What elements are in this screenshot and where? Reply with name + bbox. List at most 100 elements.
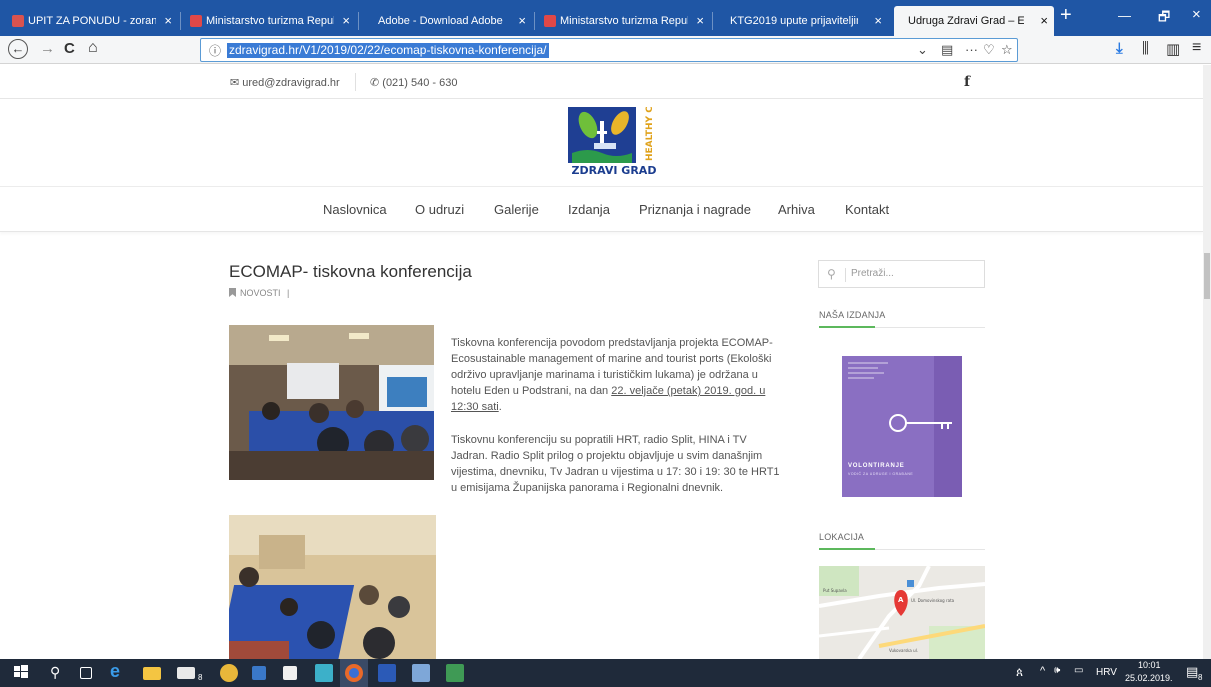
- restore-button[interactable]: 🗗: [1158, 8, 1170, 30]
- nav-item-kontakt[interactable]: Kontakt: [845, 202, 889, 217]
- site-favicon-icon: [900, 15, 904, 27]
- close-icon[interactable]: ×: [1040, 6, 1048, 36]
- sidebar-icon[interactable]: ▥: [1166, 40, 1180, 58]
- post-category: NOVOSTI |: [229, 288, 289, 298]
- book-title: VOLONTIRANJE: [848, 463, 905, 469]
- store-icon[interactable]: [283, 666, 297, 680]
- url-text[interactable]: zdravigrad.hr/V1/2019/02/22/ecomap-tisko…: [227, 43, 549, 58]
- logo-side-text: HEALTHY CITY: [645, 107, 655, 161]
- media-player-icon[interactable]: [252, 666, 266, 680]
- close-icon[interactable]: ×: [518, 6, 526, 36]
- bookmark-star-icon[interactable]: ☆: [1001, 42, 1013, 58]
- search-icon[interactable]: ⚲: [50, 664, 68, 682]
- search-icon: ⚲: [827, 267, 836, 281]
- phone-link[interactable]: ✆ (021) 540 - 630: [370, 76, 458, 89]
- key-icon: [889, 414, 952, 432]
- logo-emblem: HEALTHY CITY: [568, 107, 658, 163]
- notifications-icon[interactable]: ▤: [1186, 664, 1198, 680]
- publication-cover[interactable]: VOLONTIRANJE VODIČ ZA UDRUGE I GRAĐANE: [842, 356, 962, 497]
- network-icon[interactable]: ▭: [1074, 665, 1083, 676]
- sidebar-heading-location: LOKACIJA: [819, 532, 865, 542]
- conference-photo[interactable]: [229, 325, 434, 480]
- close-icon[interactable]: ×: [696, 6, 704, 36]
- notification-count: 8: [1198, 673, 1203, 682]
- post-paragraph-2: Tiskovnu konferenciju su popratili HRT, …: [451, 434, 780, 494]
- main-navigation: Naslovnica O udruzi Galerije Izdanja Pri…: [0, 186, 1203, 232]
- close-icon[interactable]: ×: [342, 6, 350, 36]
- browser-tab[interactable]: Adobe - Download Adobe Ac×: [362, 6, 532, 36]
- email-link[interactable]: ✉ ured@zdravigrad.hr: [230, 76, 340, 89]
- forward-button[interactable]: →: [40, 40, 55, 57]
- windows-taskbar: ⚲ e 8 ጰ ^ 🕪 ▭ HRV 10:01 25.02.2019. ▤ 8: [0, 659, 1211, 687]
- new-tab-button[interactable]: +: [1060, 4, 1072, 27]
- address-bar[interactable]: ⓘ zdravigrad.hr/V1/2019/02/22/ecomap-tis…: [200, 38, 1018, 62]
- mail-app-icon[interactable]: [177, 667, 195, 679]
- clock-time[interactable]: 10:01: [1138, 660, 1161, 670]
- nav-item-izdanja[interactable]: Izdanja: [568, 202, 610, 217]
- close-icon[interactable]: ×: [164, 6, 172, 36]
- web-page: ✉ ured@zdravigrad.hr ✆ (021) 540 - 630 f…: [0, 65, 1203, 659]
- chevron-down-icon[interactable]: ⌄: [917, 42, 928, 58]
- conference-photo[interactable]: [229, 515, 436, 659]
- map-label: Ul. Domovinskog rata: [911, 598, 955, 603]
- volume-icon[interactable]: 🕪: [1054, 665, 1060, 676]
- site-info-icon[interactable]: ⓘ: [209, 42, 221, 59]
- language-indicator[interactable]: HRV: [1096, 667, 1117, 678]
- top-info-bar: ✉ ured@zdravigrad.hr ✆ (021) 540 - 630 f: [0, 65, 1203, 99]
- pocket-icon[interactable]: ♡: [983, 42, 995, 58]
- word-icon[interactable]: [378, 664, 396, 682]
- page-scrollbar[interactable]: [1203, 65, 1211, 659]
- browser-tab[interactable]: Ministarstvo turizma Republik×: [538, 6, 710, 36]
- more-actions-icon[interactable]: ···: [965, 42, 978, 57]
- hamburger-menu-icon[interactable]: ≡: [1192, 39, 1201, 57]
- nav-item-arhiva[interactable]: Arhiva: [778, 202, 815, 217]
- chrome-icon[interactable]: [220, 664, 238, 682]
- task-view-icon[interactable]: [80, 667, 92, 679]
- search-field[interactable]: ⚲ Pretraži...: [818, 260, 985, 288]
- category-link[interactable]: NOVOSTI: [240, 288, 281, 298]
- close-icon[interactable]: ×: [874, 6, 882, 36]
- reload-button[interactable]: C: [64, 40, 75, 57]
- firefox-icon[interactable]: [340, 659, 368, 687]
- browser-tab-bar: UPIT ZA PONUDU - zorana.zd× Ministarstvo…: [0, 0, 1211, 36]
- nav-item-priznanja-i-nagrade[interactable]: Priznanja i nagrade: [639, 202, 751, 217]
- scrollbar-thumb[interactable]: [1204, 253, 1210, 299]
- mail-icon: [12, 15, 24, 28]
- calculator-icon[interactable]: [315, 664, 333, 682]
- reader-view-icon[interactable]: ▤: [941, 42, 953, 58]
- site-favicon-icon: [544, 15, 556, 28]
- post-title: ECOMAP- tiskovna konferencija: [229, 262, 472, 281]
- minimize-button[interactable]: —: [1118, 8, 1131, 23]
- envelope-icon: ✉: [230, 77, 240, 89]
- clock-date[interactable]: 25.02.2019.: [1125, 673, 1173, 683]
- sidebar-heading-publications: NAŠA IZDANJA: [819, 310, 886, 320]
- file-explorer-icon[interactable]: [143, 667, 161, 680]
- facebook-icon[interactable]: f: [964, 74, 970, 90]
- home-button[interactable]: ⌂: [88, 39, 98, 57]
- browser-tab[interactable]: Ministarstvo turizma Republik×: [184, 6, 356, 36]
- map-marker-label: A: [898, 596, 904, 604]
- map-label: Put Supavla: [823, 588, 847, 593]
- windows-start-icon[interactable]: [13, 664, 31, 682]
- download-icon[interactable]: ⤓: [1116, 40, 1123, 57]
- site-favicon-icon: [722, 15, 726, 27]
- site-favicon-icon: [190, 15, 202, 28]
- bookmark-icon: [229, 288, 236, 297]
- network-app-icon[interactable]: [412, 664, 430, 682]
- back-button[interactable]: ←: [8, 39, 28, 59]
- window-close-button[interactable]: ×: [1192, 6, 1201, 23]
- chevron-up-icon[interactable]: ^: [1040, 665, 1045, 677]
- nav-item-naslovnica[interactable]: Naslovnica: [323, 202, 387, 217]
- library-icon[interactable]: ⫼: [1142, 40, 1149, 57]
- nav-item-galerije[interactable]: Galerije: [494, 202, 539, 217]
- people-icon[interactable]: ጰ: [1016, 665, 1023, 680]
- map-canvas[interactable]: Put Supavla Ul. Domovinskog rata Vukovar…: [819, 566, 985, 659]
- site-logo[interactable]: HEALTHY CITY ZDRAVI GRAD: [568, 107, 660, 179]
- browser-tab[interactable]: KTG2019 upute prijaviteljima - 00×: [716, 6, 888, 36]
- nav-item-o-udruzi[interactable]: O udruzi: [415, 202, 464, 217]
- browser-tab-active[interactable]: Udruga Zdravi Grad – ECOMAP- ti×: [894, 6, 1054, 36]
- location-map[interactable]: Put Supavla Ul. Domovinskog rata Vukovar…: [819, 566, 985, 659]
- excel-icon[interactable]: [446, 664, 464, 682]
- browser-tab[interactable]: UPIT ZA PONUDU - zorana.zd×: [6, 6, 178, 36]
- edge-icon[interactable]: e: [110, 661, 128, 681]
